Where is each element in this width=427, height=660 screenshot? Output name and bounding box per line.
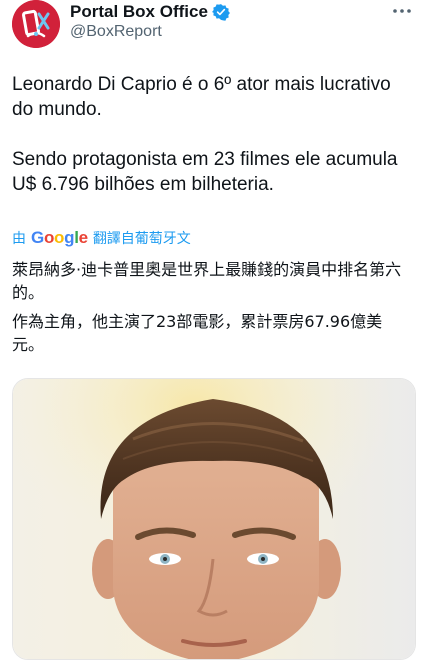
translated-paragraph: 作為主角，他主演了23部電影，累計票房67.96億美元。 [12, 312, 383, 354]
translated-by-link[interactable]: 由 Google 翻譯自葡萄牙文 [12, 227, 191, 249]
photo-icon [13, 379, 415, 659]
name-row: Portal Box Office [70, 2, 230, 22]
tweet-paragraph: Sendo protagonista em 23 filmes ele acum… [12, 149, 398, 195]
translated-paragraph: 萊昂納多·迪卡普里奧是世界上最賺錢的演員中排名第六的。 [12, 260, 402, 302]
handle[interactable]: @BoxReport [70, 23, 162, 41]
tweet-text: Leonardo Di Caprio é o 6º ator mais lucr… [12, 72, 412, 197]
translate-prefix: 由 [12, 230, 26, 246]
tweet-paragraph: Leonardo Di Caprio é o 6º ator mais lucr… [12, 74, 391, 120]
display-name[interactable]: Portal Box Office [70, 2, 208, 22]
verified-badge-icon [211, 4, 230, 21]
tweet-header: Portal Box Office @BoxReport [12, 0, 415, 56]
translate-source-label: 翻譯自葡萄牙文 [92, 230, 191, 246]
tweet-photo[interactable] [12, 378, 416, 660]
avatar[interactable] [12, 0, 60, 48]
translated-text: 萊昂納多·迪卡普里奧是世界上最賺錢的演員中排名第六的。 作為主角，他主演了23部… [12, 258, 414, 356]
google-logo-icon: Google [31, 228, 88, 247]
more-options-icon[interactable] [391, 4, 413, 18]
box-office-logo-icon [12, 0, 60, 48]
